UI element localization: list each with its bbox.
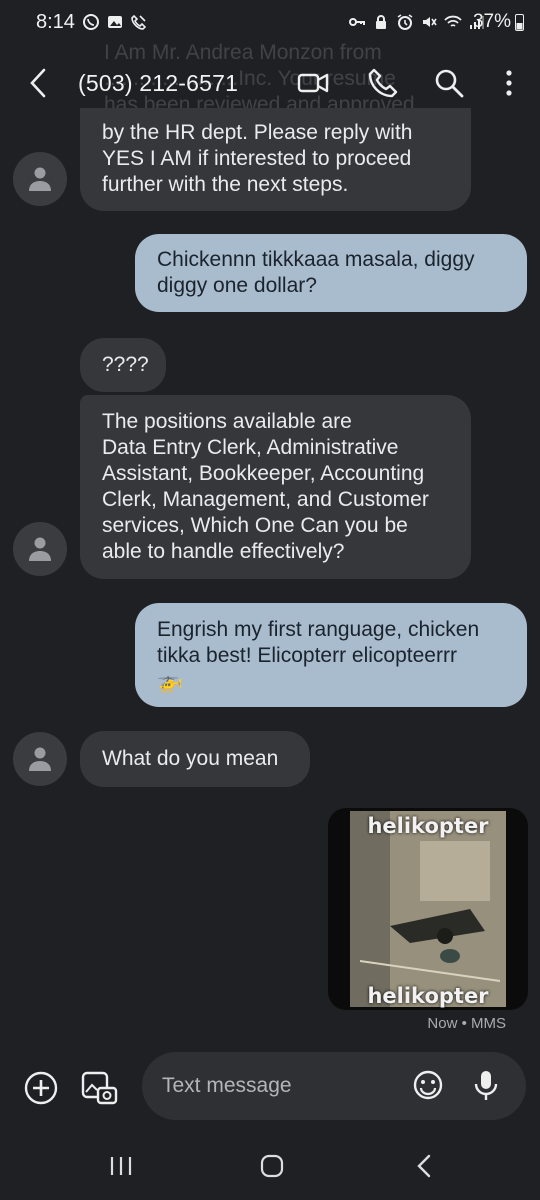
emoji-icon[interactable] [412,1069,444,1101]
system-navigation-bar [0,1130,540,1200]
contact-avatar[interactable] [13,152,67,206]
message-bubble-incoming[interactable]: ???? [80,338,166,392]
contact-avatar[interactable] [13,732,67,786]
phone-icon[interactable] [366,66,400,100]
mms-image-attachment[interactable]: helikopter helikopter [328,808,528,1010]
conversation-list[interactable]: I Am Mr. Andrea Monzon from ............… [0,0,540,1050]
person-icon [29,747,51,771]
video-call-icon[interactable] [296,66,330,100]
contact-title[interactable]: (503) 212-6571 [78,70,238,97]
message-timestamp: Now • MMS [427,1015,506,1032]
mms-caption-top: helikopter [367,814,489,838]
helicopter-photo [350,811,506,1007]
message-composer: Text message [0,1050,540,1130]
conversation-header: (503) 212-6571 [0,44,540,124]
message-bubble-incoming[interactable]: The positions available are Data Entry C… [80,395,471,579]
chevron-left-icon[interactable] [24,66,54,100]
message-bubble-outgoing[interactable]: Chickennn tikkkaaa masala, diggy diggy o… [135,234,527,312]
person-icon [29,537,51,561]
home-icon[interactable] [257,1154,287,1178]
back-nav-icon[interactable] [410,1154,440,1178]
contact-avatar[interactable] [13,522,67,576]
gallery-icon[interactable] [80,1070,118,1106]
add-circle-icon[interactable] [23,1070,59,1106]
text-message-placeholder: Text message [162,1074,292,1097]
mms-caption-bottom: helikopter [367,984,489,1008]
search-icon[interactable] [432,66,466,100]
message-bubble-incoming[interactable]: What do you mean [80,731,310,787]
message-bubble-outgoing[interactable]: Engrish my first ranguage, chicken tikka… [135,603,527,707]
recent-apps-icon[interactable] [106,1154,136,1178]
more-vertical-icon[interactable] [492,66,526,100]
text-message-field[interactable]: Text message [142,1052,526,1120]
person-icon [29,167,51,191]
mic-icon[interactable] [472,1068,500,1102]
mms-image [350,811,506,1007]
